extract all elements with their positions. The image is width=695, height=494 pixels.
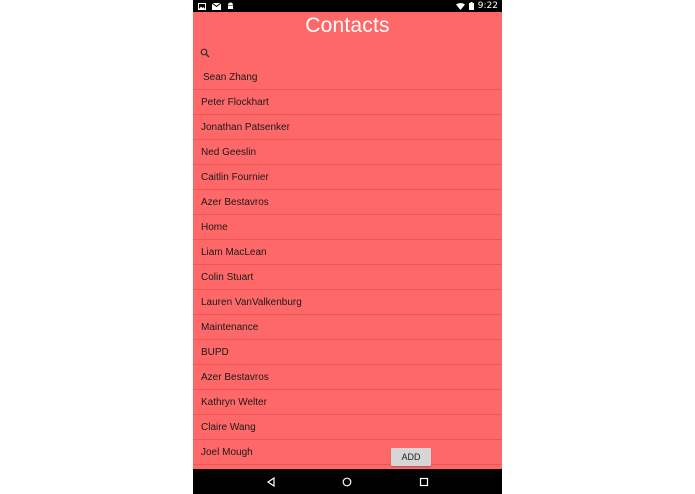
phone-screen: 9:22 Contacts Sean Zhang Peter Flockhart… — [193, 0, 502, 494]
page-title: Contacts — [305, 14, 390, 37]
status-time: 9:22 — [477, 1, 498, 11]
contact-item[interactable]: BUPD — [193, 340, 502, 365]
contact-item[interactable]: Claire Wang — [193, 415, 502, 440]
contact-list: Sean Zhang Peter Flockhart Jonathan Pats… — [193, 65, 502, 465]
contact-item[interactable]: Colin Stuart — [193, 265, 502, 290]
contact-item[interactable]: Maintenance — [193, 315, 502, 340]
home-icon[interactable] — [342, 477, 352, 487]
recents-icon[interactable] — [419, 477, 429, 487]
navigation-bar — [193, 469, 502, 494]
contact-item[interactable]: Peter Flockhart — [193, 90, 502, 115]
contact-item[interactable]: Azer Bestavros — [193, 190, 502, 215]
contact-item[interactable]: Home — [193, 215, 502, 240]
search-icon[interactable] — [200, 48, 210, 58]
contact-item[interactable]: Lauren VanValkenburg — [193, 290, 502, 315]
contact-item[interactable]: Liam MacLean — [193, 240, 502, 265]
recents-button[interactable] — [416, 474, 432, 490]
add-button[interactable]: ADD — [391, 448, 431, 466]
android-icon — [228, 2, 233, 9]
mail-icon — [212, 2, 221, 10]
wifi-icon — [455, 2, 465, 10]
contact-item[interactable]: Ned Geeslin — [193, 140, 502, 165]
contact-item[interactable]: Sean Zhang — [193, 65, 502, 90]
contact-item[interactable]: Kathryn Welter — [193, 390, 502, 415]
contact-item[interactable]: Azer Bestavros — [193, 365, 502, 390]
contact-item[interactable]: Jonathan Patsenker — [193, 115, 502, 140]
image-icon — [198, 2, 206, 10]
contact-item[interactable]: Caitlin Fournier — [193, 165, 502, 190]
back-icon[interactable] — [266, 476, 276, 487]
back-button[interactable] — [263, 474, 279, 490]
contact-item[interactable]: Joel Mough — [193, 440, 502, 465]
home-button[interactable] — [339, 474, 355, 490]
status-bar: 9:22 — [193, 0, 502, 12]
battery-icon — [468, 2, 474, 10]
search-bar[interactable] — [200, 45, 210, 61]
